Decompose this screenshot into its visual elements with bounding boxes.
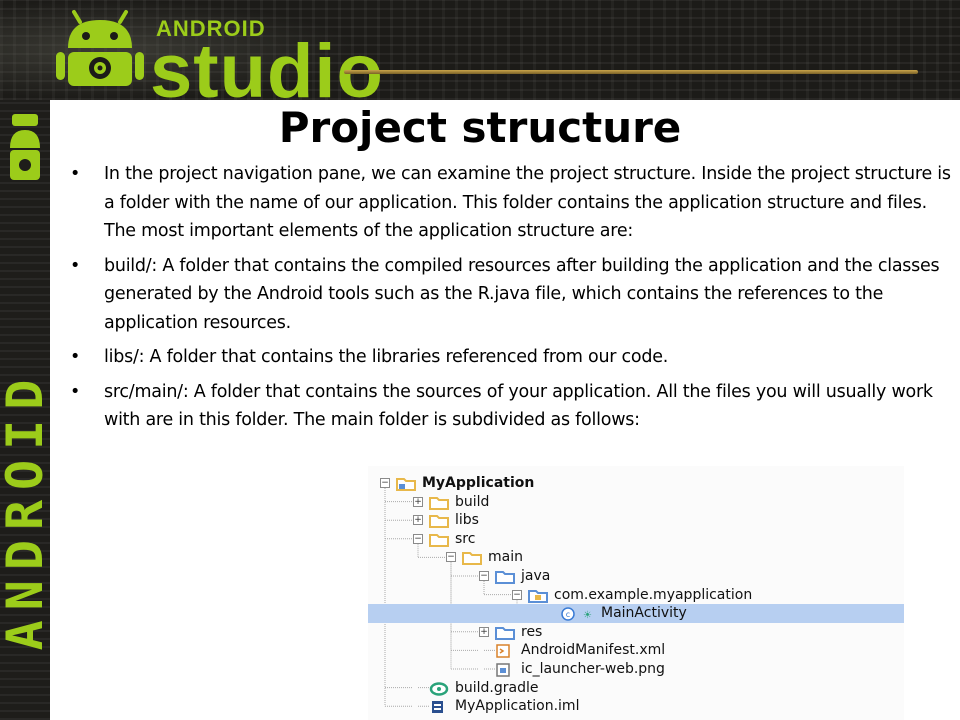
tree-node-label: AndroidManifest.xml [521, 642, 666, 659]
banner-divider [344, 70, 918, 74]
tree-node[interactable]: − java [368, 567, 904, 586]
tree-node-label: src [455, 530, 476, 547]
android-robot-side-icon [10, 114, 40, 180]
tree-node[interactable]: − MyApplication [368, 474, 904, 493]
collapse-toggle-icon[interactable]: − [380, 478, 390, 488]
tree-node[interactable]: − main [368, 548, 904, 567]
bullet-item: build/: A folder that contains the compi… [70, 252, 960, 338]
tree-node[interactable]: − src [368, 530, 904, 549]
expand-toggle-icon[interactable]: + [413, 496, 423, 507]
tree-node-label: java [521, 568, 551, 584]
svg-text:☀: ☀ [583, 610, 592, 621]
tree-node-label: build [455, 493, 490, 510]
tree-node-label: MyApplication [422, 475, 535, 491]
tree-node[interactable]: − com.example.myapplication [368, 586, 904, 605]
iml-file-icon [429, 700, 447, 720]
project-tree: − MyApplication + build + libs − src − main − java −… [368, 466, 904, 720]
bullet-list: In the project navigation pane, we can e… [70, 160, 960, 441]
collapse-toggle-icon[interactable]: − [479, 571, 489, 581]
tree-node[interactable]: build.gradle [368, 679, 904, 698]
collapse-toggle-icon[interactable]: − [512, 589, 522, 600]
tree-node[interactable]: AndroidManifest.xml [368, 641, 904, 660]
expand-toggle-icon[interactable]: + [413, 515, 423, 526]
collapse-toggle-icon[interactable]: − [446, 552, 456, 563]
bullet-item: libs/: A folder that contains the librar… [70, 343, 960, 372]
page-title: Project structure [278, 103, 682, 152]
tree-node-label: ic_launcher-web.png [521, 661, 665, 677]
expand-toggle-icon[interactable]: + [479, 626, 489, 637]
tree-node-label: MyApplication.iml [455, 698, 580, 715]
tree-node-label: MainActivity [601, 605, 687, 622]
tree-node[interactable]: + libs [368, 511, 904, 530]
tree-node-label: libs [455, 512, 479, 529]
tree-node[interactable]: + res [368, 623, 904, 642]
bullet-item: In the project navigation pane, we can e… [70, 160, 960, 246]
tree-node[interactable]: c ☀ MainActivity [368, 604, 904, 623]
tree-node-label: build.gradle [455, 679, 539, 696]
tree-node-label: main [488, 549, 523, 566]
vertical-android-text: ANDROID [0, 369, 54, 651]
bullet-item: src/main/: A folder that contains the so… [70, 378, 960, 435]
tree-node[interactable]: + build [368, 493, 904, 512]
brand-big-label: studio [150, 29, 384, 101]
tree-node[interactable]: ic_launcher-web.png [368, 660, 904, 679]
brand-big-text: studio [150, 14, 384, 101]
svg-text:c: c [566, 610, 570, 619]
tree-node-label: res [521, 623, 543, 640]
left-strip: ANDROID [0, 100, 54, 720]
tree-node-label: com.example.myapplication [554, 586, 753, 603]
tree-node[interactable]: MyApplication.iml [368, 697, 904, 716]
collapse-toggle-icon[interactable]: − [413, 533, 423, 544]
header-banner: ANDROID studio [0, 0, 960, 100]
android-robot-icon [56, 10, 144, 86]
